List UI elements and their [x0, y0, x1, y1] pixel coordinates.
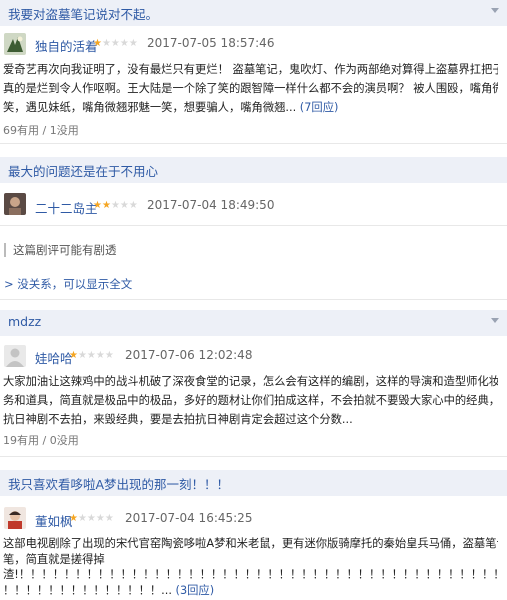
review-title[interactable]: mdzz — [8, 314, 41, 329]
username[interactable]: 独自的活着 — [35, 36, 98, 55]
chevron-down-icon[interactable] — [491, 318, 499, 323]
review-time: 2017-07-04 16:45:25 — [125, 511, 253, 525]
review-title-bar: 我只喜欢看哆啦A梦出现的那一刻！！！ — [0, 470, 507, 496]
avatar[interactable] — [4, 193, 26, 215]
rating-stars: ★★★★★ — [69, 513, 114, 524]
spoiler-warning: 这篇剧评可能有剧透 — [13, 243, 117, 257]
review-title[interactable]: 我要对盗墓笔记说对不起。 — [8, 4, 158, 23]
review-line: 抗日神剧不去拍，来毁经典，要是去拍抗日神剧肯定会超过这个分数... — [3, 413, 353, 426]
review-line: 爱奇艺再次向我证明了，没有最烂只有更烂！ 盗墓笔记，鬼吹灯、作为两部绝对算得上盗… — [3, 63, 498, 76]
rating-stars: ★★★★★ — [93, 38, 138, 49]
divider — [0, 299, 507, 300]
chevron-down-icon[interactable] — [491, 8, 499, 13]
avatar[interactable] — [4, 33, 26, 55]
username[interactable]: 二十二岛主 — [35, 198, 98, 217]
rating-stars: ★★★★★ — [93, 200, 138, 211]
review-title[interactable]: 我只喜欢看哆啦A梦出现的那一刻！！！ — [8, 474, 229, 493]
rating-stars: ★★★★★ — [69, 350, 114, 361]
review-line: 这部电视剧除了出现的宋代官窑陶瓷哆啦A梦和米老鼠，更有迷你版骑摩托的秦始皇兵马俑… — [3, 537, 498, 550]
review-time: 2017-07-04 18:49:50 — [147, 198, 275, 212]
review-line: 笑，遇见妹纸，嘴角微翘邪魅一笑，想要骗人，嘴角微翘... (7回应) — [3, 98, 498, 117]
divider — [0, 456, 507, 457]
show-full-text-link[interactable]: > 没关系，可以显示全文 — [4, 276, 132, 292]
review-line: ！！！！！！！！！！！！！！... (3回应) — [3, 583, 498, 599]
review-title-bar: 我要对盗墓笔记说对不起。 — [0, 0, 507, 26]
review-title-bar: 最大的问题还是在于不用心 — [0, 157, 507, 183]
avatar[interactable] — [4, 507, 26, 529]
review-body: 这部电视剧除了出现的宋代官窑陶瓷哆啦A梦和米老鼠，更有迷你版骑摩托的秦始皇兵马俑… — [3, 536, 498, 598]
vote-count: 69有用 / 1没用 — [3, 124, 79, 137]
review-line: 真的是烂到令人作呕啊。王大陆是一个除了笑的跟智障一样什么都不会的演员啊？ 被人围… — [3, 82, 498, 95]
review-line: 渣!！！！！！！！！！！！！！！！！！！！！！！！！！！！！！！！！！！！！！！… — [3, 568, 498, 581]
review-body: 大家加油让这辣鸡中的战斗机破了深夜食堂的记录，怎么会有这样的编剧，这样的导演和造… — [3, 372, 498, 429]
vote-count: 19有用 / 0没用 — [3, 434, 79, 447]
review-time: 2017-07-05 18:57:46 — [147, 36, 275, 50]
username[interactable]: 娃哈哈 — [35, 348, 73, 367]
review-line-text: 笑，遇见妹纸，嘴角微翘邪魅一笑，想要骗人，嘴角微翘... — [3, 101, 297, 114]
review-line: 笔，简直就是搓得掉 — [3, 552, 105, 566]
avatar[interactable] — [4, 345, 26, 367]
review-time: 2017-07-06 12:02:48 — [125, 348, 253, 362]
review-line: 务和道具，简直就是极品中的极品，多好的题材让你们拍成这样，不会拍就不要毁大家心中… — [3, 394, 498, 407]
divider — [0, 143, 507, 144]
review-line-text: ！！！！！！！！！！！！！！... — [3, 583, 172, 597]
review-body: 爱奇艺再次向我证明了，没有最烂只有更烂！ 盗墓笔记，鬼吹灯、作为两部绝对算得上盗… — [3, 60, 498, 117]
review-title-bar: mdzz — [0, 310, 507, 336]
replies-link[interactable]: (3回应) — [176, 584, 215, 597]
quote-bar — [4, 243, 6, 257]
review-title[interactable]: 最大的问题还是在于不用心 — [8, 161, 158, 180]
divider — [0, 225, 507, 226]
replies-link[interactable]: (7回应) — [300, 101, 339, 114]
review-line: 大家加油让这辣鸡中的战斗机破了深夜食堂的记录，怎么会有这样的编剧，这样的导演和造… — [3, 375, 498, 388]
username[interactable]: 董如枫 — [35, 511, 73, 530]
